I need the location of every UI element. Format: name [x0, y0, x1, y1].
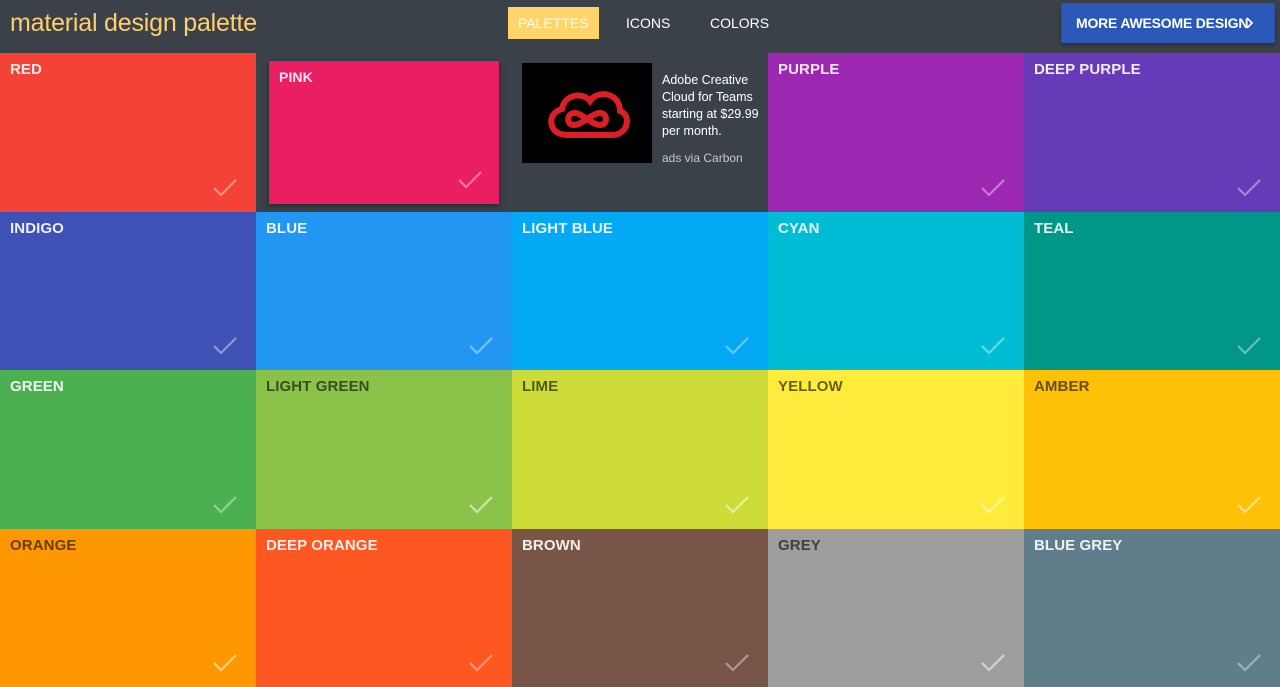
check-icon	[213, 654, 237, 672]
palette-tile-purple[interactable]: PURPLE	[768, 53, 1024, 212]
palette-label: GREEN	[10, 378, 64, 395]
palette-label: AMBER	[1034, 378, 1090, 395]
cta-label: MORE AWESOME DESIGN	[1076, 15, 1249, 31]
check-icon	[725, 654, 749, 672]
nav-colors[interactable]: COLORS	[710, 7, 769, 39]
palette-tile-amber[interactable]: AMBER	[1024, 370, 1280, 529]
palette-label: TEAL	[1034, 220, 1074, 237]
palette-label: BROWN	[522, 537, 581, 554]
check-icon	[213, 179, 237, 197]
palette-tile-cyan[interactable]: CYAN	[768, 212, 1024, 370]
palette-label: PINK	[279, 69, 313, 85]
palette-tile-brown[interactable]: BROWN	[512, 529, 768, 687]
palette-label: LIGHT GREEN	[266, 378, 370, 395]
ad-text[interactable]: Adobe Creative Cloud for Teams starting …	[662, 72, 762, 140]
palette-label: RED	[10, 61, 42, 78]
palette-tile-red[interactable]: RED	[0, 53, 256, 212]
palette-label: LIGHT BLUE	[522, 220, 613, 237]
check-icon	[213, 496, 237, 514]
palette-tile-lime[interactable]: LIME	[512, 370, 768, 529]
adobe-creative-cloud-logo	[548, 91, 630, 138]
check-icon	[1237, 654, 1261, 672]
check-icon	[981, 654, 1005, 672]
palette-label: CYAN	[778, 220, 820, 237]
palette-label: YELLOW	[778, 378, 843, 395]
nav-palettes[interactable]: PALETTES	[508, 7, 599, 39]
palette-label: DEEP PURPLE	[1034, 61, 1141, 78]
palette-tile-orange[interactable]: ORANGE	[0, 529, 256, 687]
top-bar: material design palette PALETTES ICONS C…	[0, 0, 1280, 53]
palette-tile-blue[interactable]: BLUE	[256, 212, 512, 370]
palette-label: LIME	[522, 378, 559, 395]
check-icon	[469, 337, 493, 355]
palette-tile-light-blue[interactable]: LIGHT BLUE	[512, 212, 768, 370]
palette-tile-deep-purple[interactable]: DEEP PURPLE	[1024, 53, 1280, 212]
more-awesome-design-button[interactable]: MORE AWESOME DESIGN	[1061, 3, 1275, 43]
check-icon	[1237, 496, 1261, 514]
palette-label: ORANGE	[10, 537, 77, 554]
palette-tile-green[interactable]: GREEN	[0, 370, 256, 529]
check-icon	[725, 496, 749, 514]
carbon-ad: Adobe Creative Cloud for Teams starting …	[512, 53, 768, 212]
site-logo[interactable]: material design palette	[10, 8, 257, 38]
check-icon	[458, 171, 482, 189]
check-icon	[1237, 337, 1261, 355]
palette-tile-light-green[interactable]: LIGHT GREEN	[256, 370, 512, 529]
check-icon	[981, 496, 1005, 514]
check-icon	[1237, 179, 1261, 197]
palette-label: PURPLE	[778, 61, 840, 78]
palette-tile-teal[interactable]: TEAL	[1024, 212, 1280, 370]
palette-label: DEEP ORANGE	[266, 537, 378, 554]
palette-label: BLUE GREY	[1034, 537, 1123, 554]
check-icon	[981, 179, 1005, 197]
check-icon	[981, 337, 1005, 355]
palette-label: BLUE	[266, 220, 308, 237]
check-icon	[469, 496, 493, 514]
palette-tile-deep-orange[interactable]: DEEP ORANGE	[256, 529, 512, 687]
chevron-right-icon	[1246, 17, 1254, 29]
palette-label: INDIGO	[10, 220, 64, 237]
palette-tile-yellow[interactable]: YELLOW	[768, 370, 1024, 529]
palette-tile-pink[interactable]: PINK	[256, 53, 512, 212]
palette-tile-blue-grey[interactable]: BLUE GREY	[1024, 529, 1280, 687]
check-icon	[469, 654, 493, 672]
ad-image[interactable]	[522, 63, 652, 163]
ad-via-carbon[interactable]: ads via Carbon	[662, 151, 743, 165]
palette-tile-grey[interactable]: GREY	[768, 529, 1024, 687]
palette-grid: Adobe Creative Cloud for Teams starting …	[0, 53, 1280, 687]
nav-icons[interactable]: ICONS	[626, 7, 670, 39]
check-icon	[213, 337, 237, 355]
palette-swatch-pink[interactable]: PINK	[269, 61, 499, 204]
check-icon	[725, 337, 749, 355]
palette-tile-indigo[interactable]: INDIGO	[0, 212, 256, 370]
palette-label: GREY	[778, 537, 821, 554]
